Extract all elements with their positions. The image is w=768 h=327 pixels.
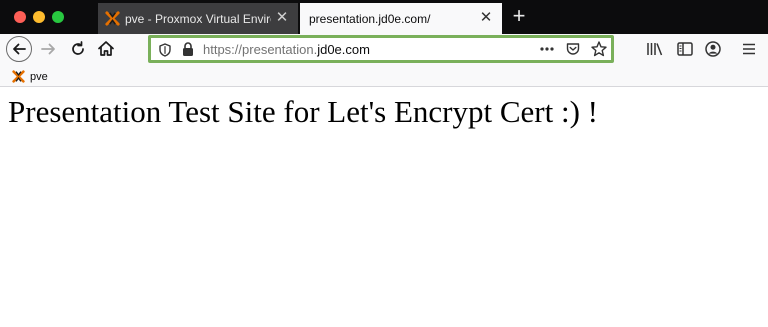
account-icon[interactable]	[704, 40, 722, 58]
window-minimize-button[interactable]	[33, 11, 45, 23]
tab-title: presentation.jd0e.com/	[309, 11, 431, 26]
tab-presentation[interactable]: presentation.jd0e.com/ ✕	[300, 3, 502, 34]
navigation-toolbar: https://presentation.jd0e.com	[0, 34, 768, 66]
window-close-button[interactable]	[14, 11, 26, 23]
reload-icon	[72, 41, 84, 55]
tab-strip: pve - Proxmox Virtual Environment ✕ pres…	[0, 0, 768, 34]
sidebar-icon[interactable]	[676, 41, 694, 57]
lock-icon[interactable]	[181, 41, 195, 57]
hamburger-menu-icon[interactable]	[741, 41, 757, 57]
home-icon	[98, 41, 114, 56]
library-icon[interactable]	[646, 41, 664, 57]
tab-close-icon[interactable]: ✕	[274, 10, 290, 26]
bookmark-star-icon[interactable]	[590, 40, 608, 58]
page-heading: Presentation Test Site for Let's Encrypt…	[8, 94, 598, 129]
bookmark-label: pve	[30, 70, 48, 83]
url-subdomain: presentation.	[242, 42, 318, 57]
url-scheme: https://	[203, 42, 243, 57]
address-bar[interactable]: https://presentation.jd0e.com	[148, 35, 614, 63]
home-button[interactable]	[94, 37, 120, 63]
back-button[interactable]	[6, 36, 32, 62]
forward-button[interactable]	[37, 37, 63, 63]
reload-button[interactable]	[66, 37, 92, 63]
url-domain: jd0e.com	[317, 42, 370, 57]
proxmox-icon	[12, 70, 25, 83]
tab-title: pve - Proxmox Virtual Environment	[125, 11, 271, 26]
forward-arrow-icon	[41, 43, 55, 55]
proxmox-icon	[105, 11, 120, 26]
more-actions-icon[interactable]	[539, 44, 555, 54]
url-text[interactable]: https://presentation.jd0e.com	[203, 42, 370, 57]
tab-pve[interactable]: pve - Proxmox Virtual Environment ✕	[98, 3, 298, 34]
tracking-protection-icon[interactable]	[157, 42, 173, 58]
page-content: Presentation Test Site for Let's Encrypt…	[0, 87, 768, 327]
bookmarks-toolbar: pve	[0, 66, 768, 87]
window-maximize-button[interactable]	[52, 11, 64, 23]
bookmark-item-pve[interactable]: pve	[12, 69, 48, 84]
tab-close-icon[interactable]: ✕	[478, 10, 494, 26]
pocket-icon[interactable]	[565, 41, 581, 57]
back-arrow-icon	[13, 43, 26, 55]
new-tab-button[interactable]: +	[509, 5, 529, 27]
